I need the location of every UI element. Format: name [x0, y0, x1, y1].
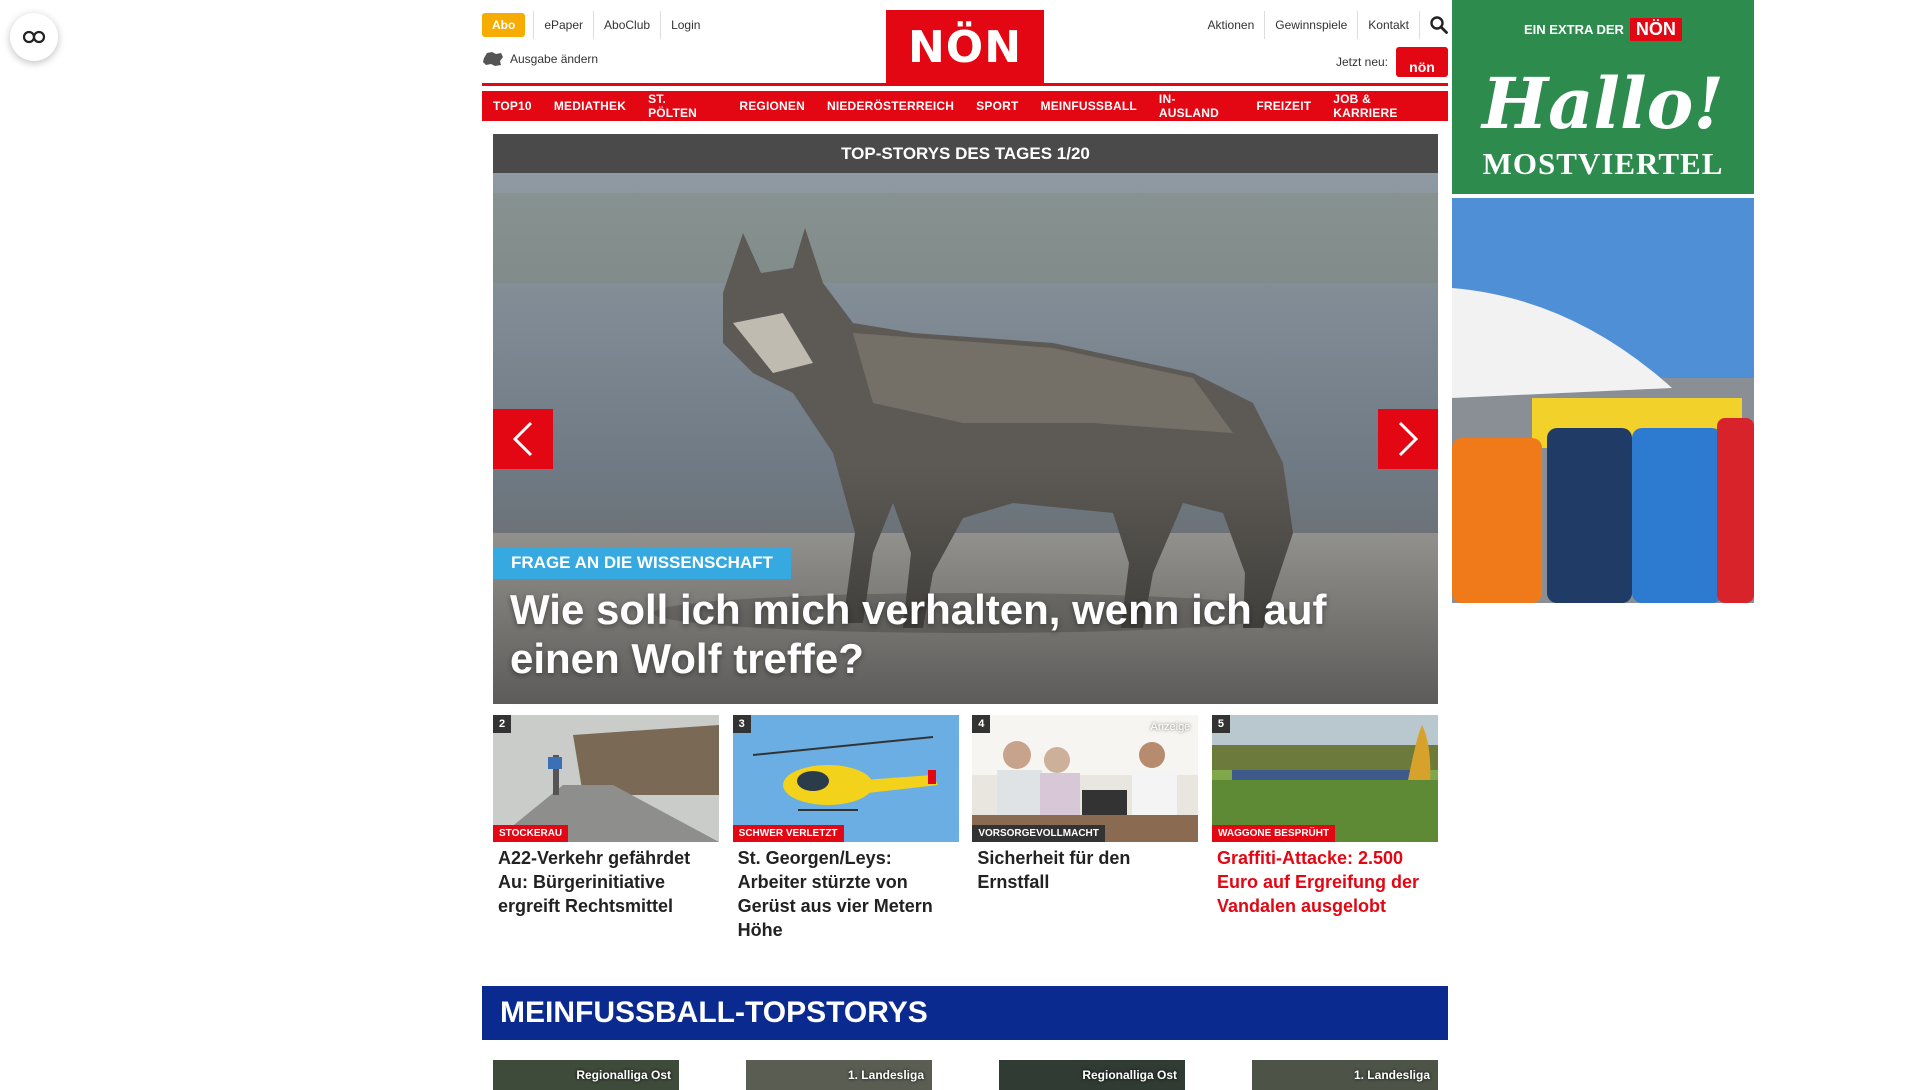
nav-top10[interactable]: TOP10	[482, 91, 543, 121]
helicopter-photo	[732, 715, 959, 842]
aktionen-link[interactable]: Aktionen	[1198, 11, 1266, 39]
top-links-right: Aktionen Gewinnspiele Kontakt	[1198, 11, 1448, 39]
story-thumbnail[interactable]: 2 STOCKERAU	[493, 715, 719, 842]
story-rank: 2	[493, 715, 511, 733]
slider-prev-button[interactable]	[493, 409, 553, 469]
login-link[interactable]: Login	[660, 11, 710, 39]
nav-mediathek[interactable]: MEDIATHEK	[542, 91, 638, 121]
story-cards: 2 STOCKERAU A22-Verkehr gefährdet Au: Bü…	[493, 715, 1438, 942]
story-rank: 4	[972, 715, 991, 733]
story-thumbnail[interactable]: 3 SCHWER VERLETZT	[732, 715, 959, 842]
nav-sport[interactable]: SPORT	[965, 91, 1030, 121]
ad-header: EIN EXTRA DER NÖN Hallo! MOSTVIERTEL	[1452, 0, 1754, 194]
glasses-icon	[22, 30, 46, 44]
story-thumbnail[interactable]: 4 Anzeige VORSORGEVOLLMACHT	[972, 715, 1199, 842]
football-story-card[interactable]: 1. Landesliga	[1252, 1060, 1438, 1090]
top-bar: Abo ePaper AboClub Login Ausgabe ändern …	[482, 0, 1448, 86]
meeting-photo	[972, 715, 1199, 842]
jetzt-neu: Jetzt neu: nön	[1336, 47, 1448, 77]
ad-extra-line: EIN EXTRA DER NÖN	[1524, 18, 1682, 41]
football-story-card[interactable]: Regionalliga Ost	[999, 1060, 1185, 1090]
ad-extra-text: EIN EXTRA DER	[1524, 22, 1624, 37]
train-photo	[1211, 715, 1438, 842]
jetzt-neu-label: Jetzt neu:	[1335, 55, 1388, 69]
change-edition-label: Ausgabe ändern	[510, 52, 599, 66]
meinfussball-stories: Regionalliga Ost 1. Landesliga Regionall…	[493, 1060, 1438, 1090]
kontakt-link[interactable]: Kontakt	[1358, 11, 1420, 39]
road-photo	[493, 715, 719, 842]
nav-regionen[interactable]: REGIONEN	[728, 91, 816, 121]
story-rank: 3	[732, 715, 751, 733]
hero-category-badge[interactable]: FRAGE AN DIE WISSENSCHAFT	[493, 547, 791, 579]
story-card[interactable]: 5 WAGGONE BESPRÜHT Graffiti-Attacke: 2.5…	[1211, 715, 1438, 942]
story-rank: 5	[1211, 715, 1230, 733]
top-links-left: Abo ePaper AboClub Login	[482, 11, 710, 39]
advertisement-banner[interactable]: EIN EXTRA DER NÖN Hallo! MOSTVIERTEL	[1452, 0, 1754, 603]
chevron-left-icon	[512, 421, 533, 457]
story-title[interactable]: Sicherheit für den Ernstfall	[972, 842, 1198, 894]
nav-st-poelten[interactable]: ST. PÖLTEN	[637, 91, 729, 121]
football-story-card[interactable]: Regionalliga Ost	[493, 1060, 679, 1090]
story-category[interactable]: VORSORGEVOLLMACHT	[972, 825, 1105, 842]
story-card[interactable]: 4 Anzeige VORSORGEVOLLMACHT Sicherheit f…	[972, 715, 1199, 942]
meinfussball-section-title[interactable]: MEINFUSSBALL-TOPSTORYS	[482, 986, 1448, 1040]
story-category[interactable]: SCHWER VERLETZT	[732, 825, 844, 842]
story-title[interactable]: St. Georgen/Leys: Arbeiter stürzte von G…	[733, 842, 959, 942]
ad-region-title: MOSTVIERTEL	[1482, 146, 1724, 181]
slider-header: TOP-STORYS DES TAGES 1/20	[493, 134, 1438, 173]
story-card[interactable]: 2 STOCKERAU A22-Verkehr gefährdet Au: Bü…	[493, 715, 719, 942]
football-story-card[interactable]: 1. Landesliga	[746, 1060, 932, 1090]
chevron-right-icon	[1398, 421, 1419, 457]
aboclub-link[interactable]: AboClub	[593, 11, 660, 39]
hero-headline[interactable]: Wie soll ich mich verhalten, wenn ich au…	[510, 585, 1410, 683]
story-category[interactable]: WAGGONE BESPRÜHT	[1211, 825, 1336, 842]
gewinnspiele-link[interactable]: Gewinnspiele	[1265, 11, 1359, 39]
search-button[interactable]	[1420, 16, 1448, 34]
story-category[interactable]: STOCKERAU	[493, 825, 569, 842]
story-title[interactable]: A22-Verkehr gefährdet Au: Bürgerinitiati…	[493, 842, 719, 918]
reader-toggle-button[interactable]	[10, 13, 58, 61]
story-card[interactable]: 3 SCHWER VERLETZT St. Georgen/Leys: Arbe…	[732, 715, 959, 942]
ad-label: Anzeige	[1150, 721, 1191, 733]
epaper-link[interactable]: ePaper	[533, 11, 593, 39]
search-icon	[1430, 16, 1448, 34]
main-navigation: TOP10 MEDIATHEK ST. PÖLTEN REGIONEN NIED…	[482, 91, 1448, 121]
ad-noen-logo: NÖN	[1629, 18, 1682, 41]
nav-job-karriere[interactable]: JOB & KARRIERE	[1322, 91, 1448, 121]
ad-hallo-title: Hallo!	[1481, 62, 1725, 145]
nav-freizeit[interactable]: FREIZEIT	[1245, 91, 1323, 121]
airport-luggage-photo	[1452, 198, 1754, 603]
header-divider	[482, 83, 1448, 86]
change-edition-link[interactable]: Ausgabe ändern	[482, 50, 598, 68]
abo-button[interactable]: Abo	[482, 13, 526, 37]
story-title[interactable]: Graffiti-Attacke: 2.500 Euro auf Ergreif…	[1212, 842, 1438, 918]
slider-next-button[interactable]	[1378, 409, 1438, 469]
lower-austria-map-icon	[483, 52, 503, 66]
noen-logo[interactable]: NÖN	[886, 10, 1044, 84]
story-thumbnail[interactable]: 5 WAGGONE BESPRÜHT	[1211, 715, 1438, 842]
nav-meinfussball[interactable]: MEINFUSSBALL	[1029, 91, 1148, 121]
nav-in-ausland[interactable]: IN-AUSLAND	[1147, 91, 1246, 121]
kleine-noen-badge[interactable]: nön	[1396, 47, 1448, 77]
nav-niederoesterreich[interactable]: NIEDERÖSTERREICH	[815, 91, 966, 121]
